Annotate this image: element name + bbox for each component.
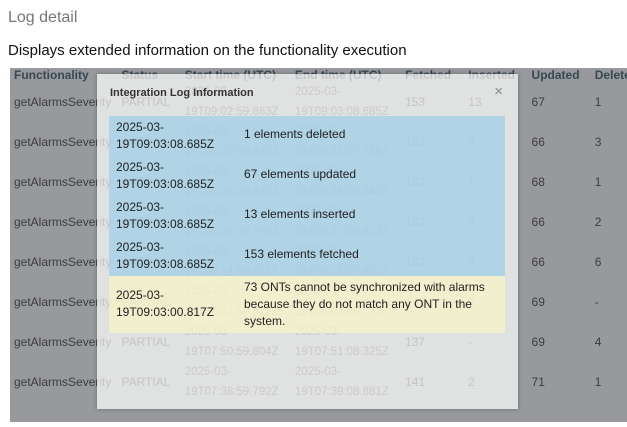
log-entry-time: 2025-03-19T09:03:08.685Z xyxy=(116,120,215,151)
log-entry-message: 1 elements deleted xyxy=(244,127,346,141)
modal-title: Integration Log Information xyxy=(110,87,254,99)
log-entry-time: 2025-03-19T09:03:08.685Z xyxy=(116,200,215,231)
close-icon[interactable]: × xyxy=(494,84,503,99)
log-entry: 2025-03-19T09:03:08.685Z 13 elements ins… xyxy=(109,196,505,236)
log-entry: 2025-03-19T09:03:08.685Z 1 elements dele… xyxy=(109,116,505,156)
log-entry-time: 2025-03-19T09:03:08.685Z xyxy=(116,160,215,191)
log-entry-time: 2025-03-19T09:03:08.685Z xyxy=(116,240,215,271)
log-entry-time: 2025-03-19T09:03:00.817Z xyxy=(116,288,215,319)
log-entry-warning: 2025-03-19T09:03:00.817Z 73 ONTs cannot … xyxy=(109,276,505,333)
page-title: Log detail xyxy=(8,9,78,26)
log-entry-message: 67 elements updated xyxy=(244,167,357,181)
log-entry-message: 13 elements inserted xyxy=(244,207,356,221)
log-entry-message: 153 elements fetched xyxy=(244,247,359,261)
log-entry: 2025-03-19T09:03:08.685Z 153 elements fe… xyxy=(109,236,505,276)
log-entry-message: 73 ONTs cannot be synchronized with alar… xyxy=(244,280,485,328)
integration-log-modal: Integration Log Information × 2025-03-19… xyxy=(97,74,518,409)
log-entry: 2025-03-19T09:03:08.685Z 67 elements upd… xyxy=(109,156,505,196)
page-subtitle: Displays extended information on the fun… xyxy=(8,42,407,59)
